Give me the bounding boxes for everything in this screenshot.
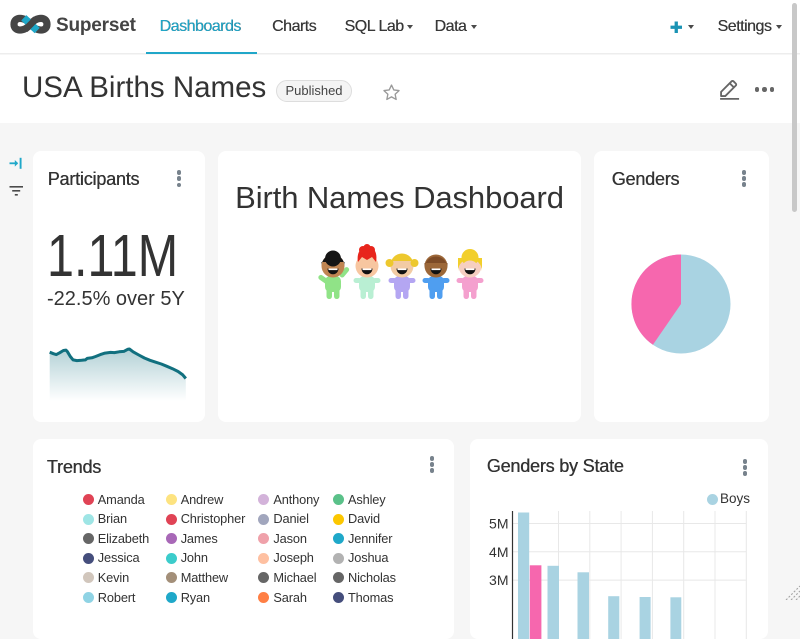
svg-text:3M: 3M [489,572,508,588]
svg-text:5M: 5M [489,516,508,532]
svg-text:4M: 4M [489,544,508,560]
